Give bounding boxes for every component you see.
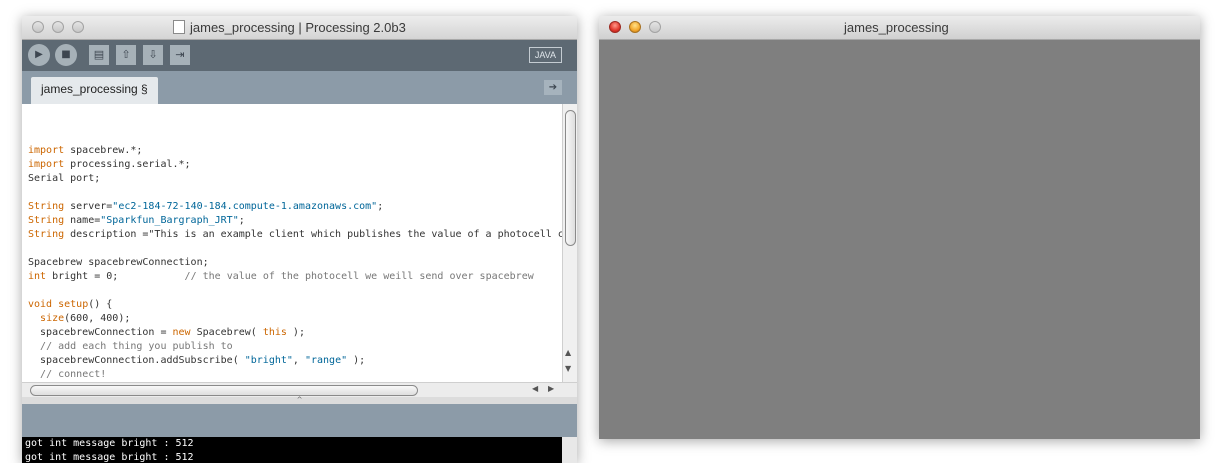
code-line[interactable]: String server="ec2-184-72-140-184.comput… [28,201,383,212]
close-window-button[interactable] [32,21,44,33]
code-text[interactable]: import spacebrew.*; import processing.se… [28,130,562,382]
arrow-right-icon: ➔ [548,82,558,93]
code-line[interactable]: Serial port; [28,173,100,184]
code-line[interactable]: spacebrewConnection.addSubscribe( "brigh… [28,355,365,366]
console-output: got int message bright : 512 got int mess… [22,437,562,463]
editor-titlebar: james_processing | Processing 2.0b3 [22,16,577,40]
code-line[interactable]: Spacebrew spacebrewConnection; [28,257,209,268]
sketch-tab-bar: james_processing § ➔ [22,71,577,104]
console-splitter[interactable]: ^ [22,397,577,404]
code-line[interactable]: import processing.serial.*; [28,159,191,170]
sketch-titlebar: james_processing [599,16,1200,40]
code-line[interactable]: int bright = 0; // the value of the phot… [28,271,534,282]
code-line[interactable]: spacebrewConnection = new Spacebrew( thi… [28,327,305,338]
code-line[interactable]: String name="Sparkfun_Bargraph_JRT"; [28,215,245,226]
scroll-up-arrow-icon[interactable]: ▲ [565,348,571,357]
zoom-window-button[interactable] [72,21,84,33]
tab-menu-button[interactable]: ➔ [544,80,562,95]
processing-editor-window: james_processing | Processing 2.0b3 ▶ ■ … [22,16,577,463]
sketch-canvas[interactable] [599,40,1200,439]
play-icon: ▶ [35,49,43,60]
open-button[interactable]: ⇧ [116,45,136,65]
sketch-output-window: james_processing [599,16,1200,439]
code-line[interactable]: String description ="This is an example … [28,229,562,240]
open-upload-icon: ⇧ [121,48,131,61]
run-button[interactable]: ▶ [28,44,50,66]
vertical-scroll-thumb[interactable] [565,110,576,246]
minimize-window-button[interactable] [52,21,64,33]
minimize-window-button[interactable] [629,21,641,33]
console-scrollbar[interactable] [562,437,577,463]
console-line: got int message bright : 512 [25,452,194,463]
caret-up-icon: ^ [296,396,303,404]
code-line[interactable]: size(600, 400); [28,313,130,324]
new-button[interactable]: ▤ [89,45,109,65]
editor-toolbar: ▶ ■ ▤ ⇧ ⇩ ⇥ JAVA [22,40,577,71]
tab-james-processing[interactable]: james_processing § [31,77,158,104]
horizontal-scroll-thumb[interactable] [30,385,418,396]
stop-icon: ■ [61,49,71,60]
export-icon: ⇥ [175,48,185,61]
scroll-left-arrow-icon[interactable]: ◀ [532,384,538,393]
scroll-right-arrow-icon[interactable]: ▶ [548,384,554,393]
editor-title-text: james_processing | Processing 2.0b3 [190,20,406,35]
console-line: got int message bright : 512 [25,438,194,449]
close-window-button[interactable] [609,21,621,33]
new-file-icon: ▤ [93,48,105,61]
code-editor[interactable]: import spacebrew.*; import processing.se… [22,104,562,382]
mode-selector[interactable]: JAVA [528,47,562,63]
message-area [22,404,577,437]
code-line[interactable]: // connect! [28,369,106,380]
export-button[interactable]: ⇥ [170,45,190,65]
editor-window-title: james_processing | Processing 2.0b3 [173,20,406,35]
code-line[interactable]: void setup() { [28,299,112,310]
sketch-window-title: james_processing [844,20,949,35]
save-download-icon: ⇩ [148,48,158,61]
code-line[interactable]: import spacebrew.*; [28,145,142,156]
stop-button[interactable]: ■ [55,44,77,66]
editor-vertical-scrollbar[interactable]: ▲ ▼ [562,104,577,382]
scroll-down-arrow-icon[interactable]: ▼ [565,364,571,373]
code-line[interactable]: // add each thing you publish to [28,341,233,352]
save-button[interactable]: ⇩ [143,45,163,65]
document-icon [173,20,185,34]
zoom-window-button[interactable] [649,21,661,33]
